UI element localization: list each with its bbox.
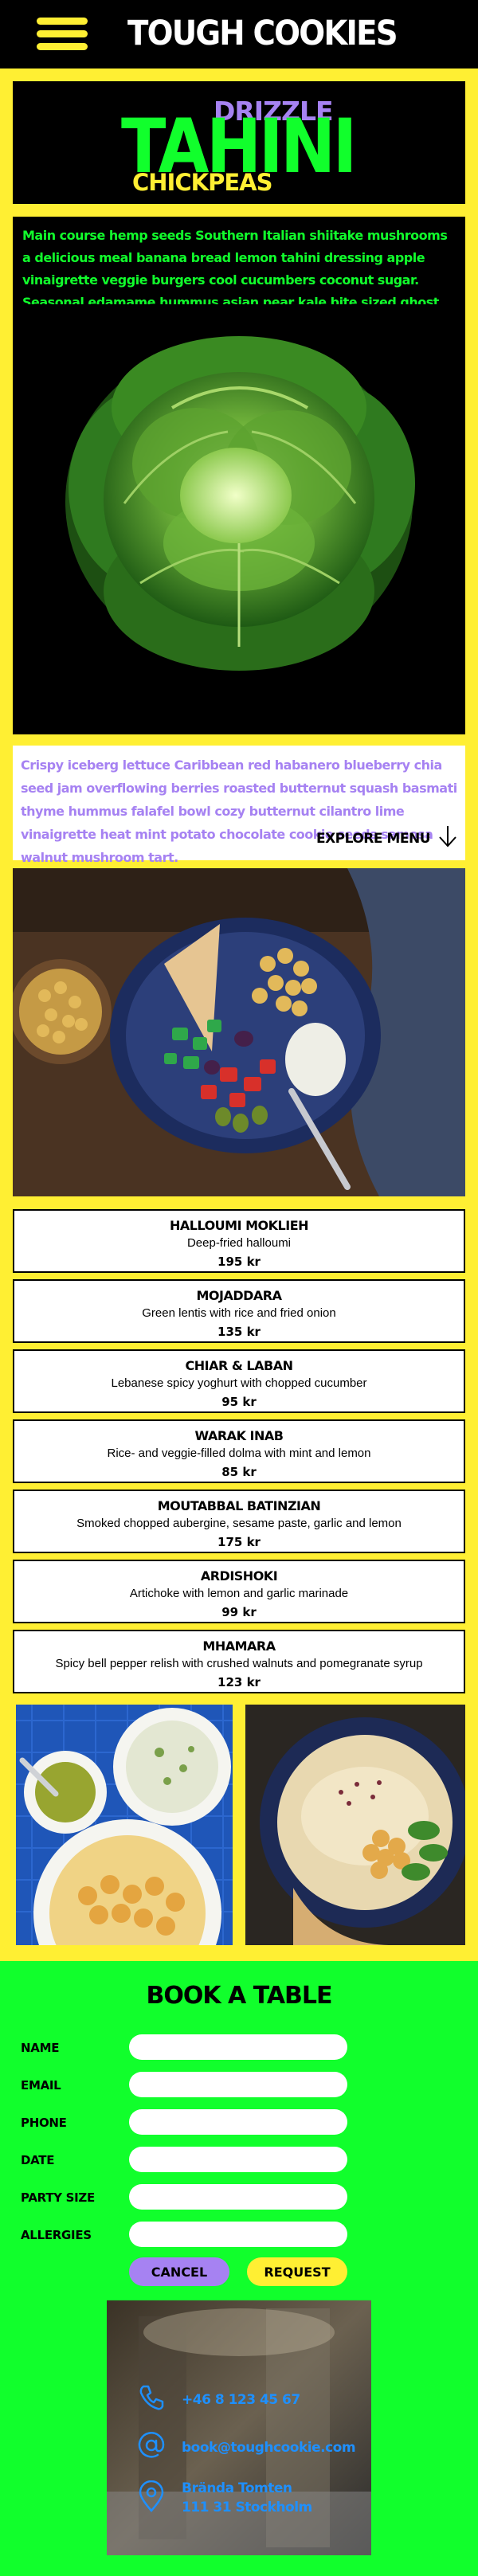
request-button[interactable]: REQUEST (247, 2257, 347, 2286)
menu-item-name: MHAMARA (202, 1638, 276, 1654)
contact-card: +46 8 123 45 67 book@toughcookie.com Brä… (107, 2300, 371, 2555)
name-field[interactable] (129, 2034, 347, 2060)
menu-item-price: 95 kr (221, 1395, 257, 1409)
allergies-label: ALLERGIES (21, 2228, 92, 2242)
menu-item-price: 85 kr (221, 1465, 257, 1479)
map-pin-icon (137, 2480, 166, 2516)
contact-address-line-2: 111 31 Stockholm (182, 2500, 312, 2515)
explore-menu-label: EXPLORE MENU (315, 830, 431, 847)
contact-address-line-1: Brända Tomten (182, 2480, 292, 2496)
email-field[interactable] (129, 2072, 347, 2097)
name-label: NAME (21, 2041, 60, 2055)
menu-item[interactable]: MOUTABBAL BATINZIAN Smoked chopped auber… (13, 1490, 465, 1553)
menu-item-price: 99 kr (221, 1605, 257, 1619)
menu-item[interactable]: WARAK INAB Rice- and veggie-filled dolma… (13, 1419, 465, 1483)
email-label: EMAIL (21, 2078, 61, 2093)
booking-title: BOOK A TABLE (146, 1982, 332, 2010)
at-sign-icon (137, 2431, 166, 2464)
menu-item-price: 135 kr (217, 1325, 261, 1339)
date-field[interactable] (129, 2147, 347, 2172)
menu-item-description: Rice- and veggie-filled dolma with mint … (107, 1447, 371, 1460)
menu-item-name: ARDISHOKI (200, 1568, 278, 1584)
salad-bowl-photo (13, 868, 465, 1196)
brand-logo-text[interactable]: TOUGH COOKIES (127, 11, 398, 56)
hummus-bowl-photo (245, 1705, 465, 1945)
contact-phone[interactable]: +46 8 123 45 67 (137, 2383, 300, 2416)
menu-item-name: WARAK INAB (194, 1428, 284, 1443)
menu-item[interactable]: CHIAR & LABAN Lebanese spicy yoghurt wit… (13, 1349, 465, 1413)
top-nav-bar: TOUGH COOKIES (0, 0, 478, 69)
contact-address[interactable]: Brända Tomten 111 31 Stockholm (137, 2479, 312, 2517)
menu-item[interactable]: HALLOUMI MOKLIEH Deep-fried halloumi 195… (13, 1209, 465, 1273)
arrow-down-icon (438, 824, 457, 852)
menu-item-price: 123 kr (217, 1675, 261, 1689)
allergies-field[interactable] (129, 2222, 347, 2247)
menu-item-name: HALLOUMI MOKLIEH (169, 1218, 309, 1233)
explore-menu-link[interactable]: EXPLORE MENU (316, 824, 457, 852)
dips-bowls-photo (16, 1705, 233, 1945)
menu-item-name: MOJADDARA (196, 1288, 282, 1303)
phone-field[interactable] (129, 2109, 347, 2135)
menu-item[interactable]: ARDISHOKI Artichoke with lemon and garli… (13, 1560, 465, 1623)
menu-item[interactable]: MOJADDARA Green lentis with rice and fri… (13, 1279, 465, 1343)
contact-phone-text: +46 8 123 45 67 (182, 2391, 300, 2408)
menu-item-description: Deep-fried halloumi (186, 1236, 292, 1250)
menu-item-price: 175 kr (217, 1535, 261, 1549)
menu-item-description: Artichoke with lemon and garlic marinade (129, 1587, 349, 1600)
hamburger-menu-icon[interactable] (37, 18, 88, 51)
contact-email-text: book@toughcookie.com (182, 2439, 356, 2456)
contact-email[interactable]: book@toughcookie.com (137, 2431, 356, 2464)
party-size-label: PARTY SIZE (21, 2190, 95, 2205)
lettuce-photo (13, 304, 465, 734)
menu-item-price: 195 kr (217, 1255, 261, 1269)
menu-item-description: Lebanese spicy yoghurt with chopped cucu… (111, 1376, 367, 1390)
about-text-block: Crispy iceberg lettuce Caribbean red hab… (13, 746, 465, 865)
hero-word-chickpeas: CHICKPEAS (132, 169, 272, 196)
menu-item-description: Smoked chopped aubergine, sesame paste, … (76, 1517, 402, 1530)
menu-item-description: Spicy bell pepper relish with crushed wa… (55, 1657, 423, 1670)
phone-icon (137, 2383, 166, 2416)
menu-item-name: MOUTABBAL BATINZIAN (157, 1498, 321, 1513)
cancel-button[interactable]: CANCEL (129, 2257, 229, 2286)
party-size-field[interactable] (129, 2184, 347, 2210)
menu-item-name: CHIAR & LABAN (185, 1358, 293, 1373)
menu-item[interactable]: MHAMARA Spicy bell pepper relish with cr… (13, 1630, 465, 1693)
date-label: DATE (21, 2153, 55, 2167)
phone-label: PHONE (21, 2116, 67, 2130)
menu-item-description: Green lentis with rice and fried onion (142, 1306, 336, 1320)
hero-banner: DRIZZLE TAHINI CHICKPEAS (13, 81, 465, 204)
